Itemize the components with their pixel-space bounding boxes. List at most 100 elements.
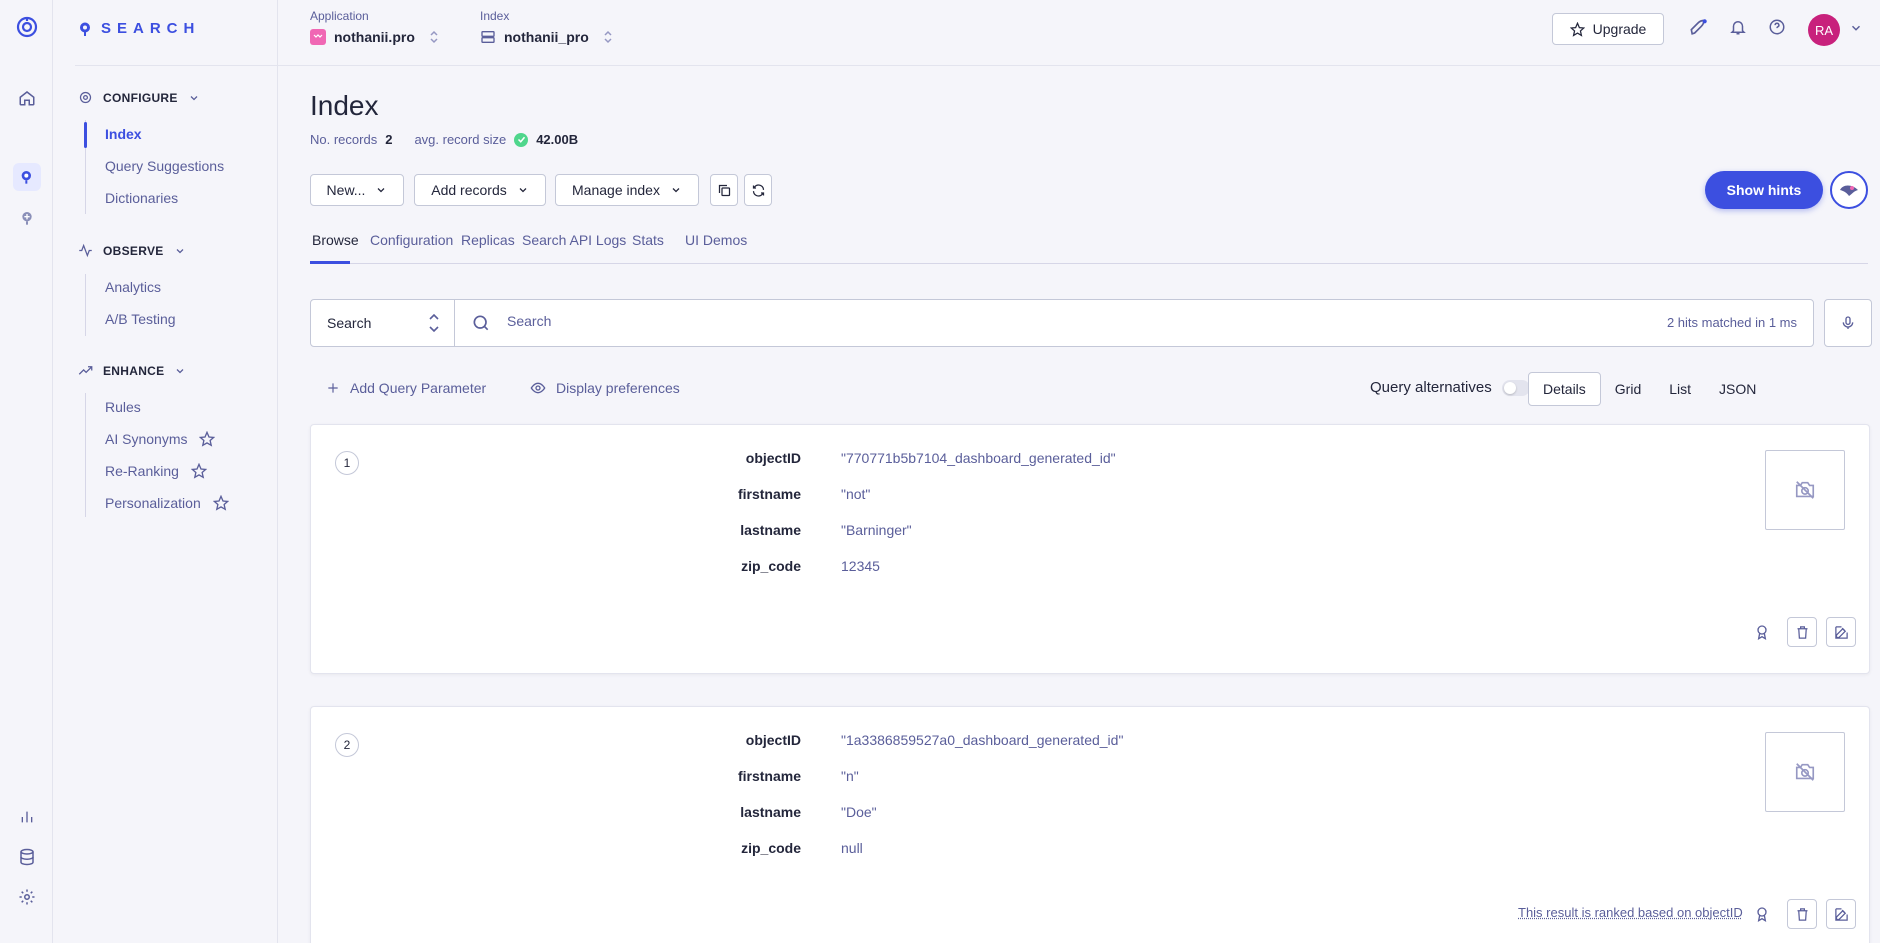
- view-json[interactable]: JSON: [1705, 372, 1770, 406]
- item-label: Personalization: [105, 495, 201, 511]
- sidebar-item-index[interactable]: Index: [105, 126, 142, 142]
- database-icon[interactable]: [13, 843, 41, 871]
- analytics-rail-icon[interactable]: [13, 803, 41, 831]
- sidebar-item-query-suggestions[interactable]: Query Suggestions: [105, 158, 224, 174]
- chevron-down-icon[interactable]: [1849, 21, 1863, 35]
- rocket-icon[interactable]: [1688, 18, 1708, 38]
- edit-button[interactable]: [1826, 899, 1856, 929]
- application-picker[interactable]: Application nothanii.pro: [310, 9, 439, 45]
- attribute-row: objectID "770771b5b7104_dashboard_genera…: [611, 450, 1116, 466]
- help-icon[interactable]: [1768, 18, 1786, 36]
- tab-replicas[interactable]: Replicas: [461, 232, 515, 264]
- add-records-button[interactable]: Add records: [414, 174, 546, 206]
- pulse-icon: [78, 243, 93, 258]
- algolia-logo-icon[interactable]: [13, 13, 41, 41]
- sidebar-item-dictionaries[interactable]: Dictionaries: [105, 190, 178, 206]
- bell-icon[interactable]: [1729, 18, 1747, 36]
- tab-search-api-logs[interactable]: Search API Logs: [522, 232, 626, 264]
- top-bar: Application nothanii.pro Index nothanii_…: [278, 0, 1880, 66]
- attribute-key: firstname: [737, 486, 801, 502]
- sidebar-item-ab-testing[interactable]: A/B Testing: [105, 311, 176, 327]
- section-title: CONFIGURE: [103, 90, 178, 105]
- upgrade-button[interactable]: Upgrade: [1552, 13, 1664, 45]
- hit-number: 1: [335, 451, 359, 475]
- ranking-info-button[interactable]: [1747, 899, 1777, 929]
- index-stats: No. records 2 avg. record size 42.00B: [310, 132, 578, 147]
- sidebar-item-personalization[interactable]: Personalization: [105, 495, 229, 511]
- index-stack-icon: [480, 29, 496, 45]
- manage-index-button[interactable]: Manage index: [555, 174, 699, 206]
- user-avatar[interactable]: RA: [1808, 14, 1840, 46]
- attribute-row: lastname "Barninger": [611, 522, 911, 538]
- section-configure[interactable]: CONFIGURE: [78, 90, 200, 105]
- plus-icon: [326, 381, 340, 395]
- section-observe[interactable]: OBSERVE: [78, 243, 186, 258]
- copy-button[interactable]: [710, 174, 738, 206]
- sidebar: SEARCH CONFIGURE Index Query Suggestions…: [53, 0, 278, 943]
- delete-button[interactable]: [1787, 617, 1817, 647]
- item-label: Re-Ranking: [105, 463, 179, 479]
- tab-browse[interactable]: Browse: [310, 232, 359, 264]
- sidebar-item-rules[interactable]: Rules: [105, 399, 141, 415]
- search-input[interactable]: [507, 313, 1407, 329]
- voice-search-button[interactable]: [1824, 299, 1872, 347]
- chevron-updown-icon: [603, 30, 613, 44]
- check-circle-icon: [514, 132, 529, 147]
- query-alternatives-toggle[interactable]: [1501, 379, 1530, 396]
- tab-stats[interactable]: Stats: [632, 232, 664, 264]
- section-enhance[interactable]: ENHANCE: [78, 363, 186, 378]
- hints-assistant-icon[interactable]: [1830, 171, 1868, 209]
- add-query-parameter-button[interactable]: Add Query Parameter: [326, 380, 486, 396]
- tab-ui-demos[interactable]: UI Demos: [685, 232, 747, 264]
- search-mode-select[interactable]: Search: [311, 300, 455, 346]
- display-preferences-button[interactable]: Display preferences: [530, 380, 680, 396]
- show-hints-button[interactable]: Show hints: [1705, 171, 1823, 209]
- hit-card: 1 objectID "770771b5b7104_dashboard_gene…: [310, 424, 1870, 674]
- search-bar: Search 2 hits matched in 1 ms: [310, 299, 1814, 347]
- delete-button[interactable]: [1787, 899, 1817, 929]
- attribute-row: zip_code 12345: [611, 558, 880, 574]
- view-list[interactable]: List: [1655, 372, 1705, 406]
- index-picker[interactable]: Index nothanii_pro: [480, 9, 613, 45]
- records-value: 2: [385, 132, 393, 147]
- view-grid[interactable]: Grid: [1601, 372, 1655, 406]
- ranking-info-button[interactable]: [1747, 617, 1777, 647]
- page-title: Index: [310, 90, 379, 121]
- ranked-note[interactable]: This result is ranked based on objectID: [1518, 905, 1743, 920]
- home-icon[interactable]: [13, 84, 41, 112]
- eye-icon: [530, 380, 546, 396]
- chevron-down-icon: [517, 184, 529, 196]
- display-preferences-label: Display preferences: [556, 380, 680, 396]
- attribute-key: zip_code: [741, 840, 801, 856]
- star-icon: [1569, 21, 1585, 37]
- recommend-product-icon[interactable]: [13, 204, 41, 232]
- application-name: nothanii.pro: [334, 29, 415, 45]
- search-product-icon[interactable]: [13, 163, 41, 191]
- sidebar-item-analytics[interactable]: Analytics: [105, 279, 161, 295]
- attribute-value: "1a3386859527a0_dashboard_generated_id": [841, 732, 1124, 748]
- tab-configuration[interactable]: Configuration: [370, 232, 453, 264]
- size-label: avg. record size: [414, 132, 507, 147]
- tab-bar: Browse Configuration Replicas Search API…: [310, 232, 1868, 264]
- new-button[interactable]: New...: [310, 174, 404, 206]
- view-details[interactable]: Details: [1528, 372, 1601, 406]
- sidebar-item-ai-synonyms[interactable]: AI Synonyms: [105, 431, 216, 447]
- hits-count: 2 hits matched in 1 ms: [1666, 315, 1797, 330]
- attribute-value: 12345: [841, 558, 880, 574]
- divider: [75, 65, 277, 66]
- sidebar-item-re-ranking[interactable]: Re-Ranking: [105, 463, 207, 479]
- application-icon: [310, 29, 326, 45]
- trash-icon: [1795, 907, 1810, 922]
- star-icon: [199, 431, 216, 447]
- main-content: Index No. records 2 avg. record size 42.…: [278, 66, 1880, 943]
- icon-rail: [0, 0, 53, 943]
- item-label: AI Synonyms: [105, 431, 188, 447]
- refresh-button[interactable]: [744, 174, 772, 206]
- edit-icon: [1834, 625, 1849, 640]
- settings-gear-icon[interactable]: [13, 883, 41, 911]
- brand-name: SEARCH: [101, 20, 201, 37]
- image-placeholder: [1765, 732, 1845, 812]
- attribute-key: zip_code: [741, 558, 801, 574]
- camera-off-icon: [1792, 479, 1818, 501]
- edit-button[interactable]: [1826, 617, 1856, 647]
